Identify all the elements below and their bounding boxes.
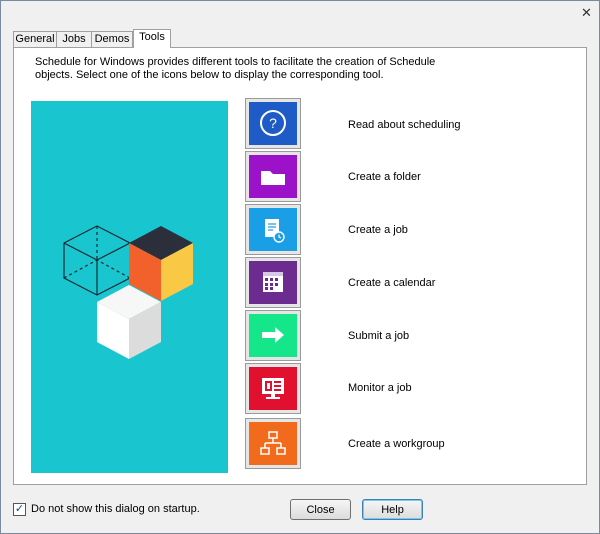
monitor-job-button[interactable]: [245, 363, 301, 414]
cubes-illustration: [31, 101, 228, 473]
create-job-label: Create a job: [348, 224, 408, 236]
tools-dialog: ✕ General Jobs Demos Tools Schedule for …: [0, 0, 600, 534]
job-tile: [249, 208, 297, 251]
create-workgroup-label: Create a workgroup: [348, 438, 445, 450]
monitor-icon: [262, 378, 284, 399]
read-about-scheduling-button[interactable]: ?: [245, 98, 301, 149]
startup-checkbox-label: Do not show this dialog on startup.: [31, 503, 200, 515]
tab-demos[interactable]: Demos: [91, 31, 133, 47]
create-workgroup-button[interactable]: [245, 418, 301, 469]
cubes-icon: [63, 225, 193, 359]
submit-job-label: Submit a job: [348, 330, 410, 342]
tab-jobs[interactable]: Jobs: [56, 31, 92, 47]
tab-general[interactable]: General: [13, 31, 57, 47]
monitor-tile: [249, 367, 297, 410]
create-calendar-label: Create a calendar: [348, 277, 436, 289]
create-job-button[interactable]: [245, 204, 301, 255]
arrow-right-icon: [262, 327, 284, 343]
workgroup-tile: [249, 422, 297, 465]
tab-tools[interactable]: Tools: [133, 29, 171, 48]
close-icon[interactable]: ✕: [580, 6, 593, 19]
help-button[interactable]: Help: [362, 499, 423, 520]
job-icon: [265, 219, 285, 243]
workgroup-icon: [260, 431, 286, 455]
svg-text:?: ?: [269, 115, 277, 131]
startup-checkbox[interactable]: ✓: [13, 503, 26, 516]
create-folder-button[interactable]: [245, 151, 301, 202]
submit-job-button[interactable]: [245, 310, 301, 361]
title-bar: ✕: [1, 1, 599, 25]
tools-description: Schedule for Windows provides different …: [35, 56, 436, 81]
monitor-job-label: Monitor a job: [348, 382, 412, 394]
close-button[interactable]: Close: [290, 499, 351, 520]
read-about-scheduling-label: Read about scheduling: [348, 119, 461, 131]
calendar-icon: [263, 272, 283, 292]
folder-tile: [249, 155, 297, 198]
calendar-tile: [249, 261, 297, 304]
create-calendar-button[interactable]: [245, 257, 301, 308]
tools-panel: Schedule for Windows provides different …: [13, 47, 587, 485]
help-tile: ?: [249, 102, 297, 145]
help-icon: ?: [260, 110, 286, 136]
submit-tile: [249, 314, 297, 357]
folder-icon: [261, 171, 285, 185]
create-folder-label: Create a folder: [348, 171, 421, 183]
